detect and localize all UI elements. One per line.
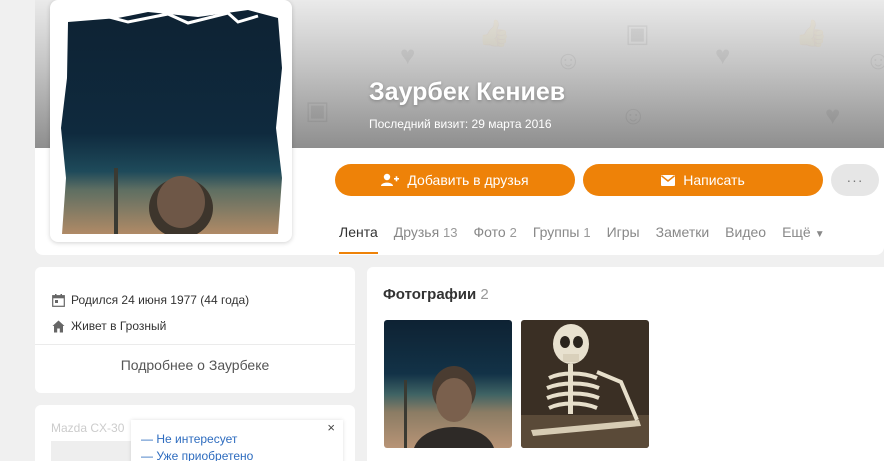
profile-name: Заурбек Кениев [369,78,566,106]
divider [35,344,355,345]
tab-video[interactable]: Видео [725,224,766,240]
tab-notes[interactable]: Заметки [656,224,710,240]
caret-down-icon: ▼ [814,229,825,240]
home-icon [52,320,65,332]
ad-feedback-popup: — Не интересует — Уже приобретено × [131,420,343,461]
tab-label: Заметки [655,224,710,240]
tab-label: Ещё [782,224,811,240]
birth-row: Родился 24 июня 1977 (44 года) [52,293,249,307]
photo-thumbnail-image [384,320,512,448]
photos-heading: Фотографии 2 [383,286,489,303]
photos-card: Фотографии 2 [367,267,884,461]
add-friend-button[interactable]: Добавить в друзья [335,164,575,196]
tab-more[interactable]: Ещё ▼ [782,224,825,240]
photos-count: 2 [480,286,489,303]
heart-icon: ♥ [715,40,731,70]
tab-count: 2 [509,225,517,240]
tab-groups[interactable]: Группы 1 [533,224,591,240]
tab-count: 13 [443,225,458,240]
photo-thumbnail[interactable] [521,320,649,448]
tab-feed[interactable]: Лента [339,224,378,254]
birth-text: Родился 24 июня 1977 (44 года) [71,293,250,307]
envelope-icon [661,174,676,186]
photo-icon: ▣ [305,95,330,125]
thumb-up-icon: 👍 [478,18,511,48]
calendar-icon [52,293,65,307]
close-icon[interactable]: × [327,420,335,435]
avatar[interactable] [50,0,292,242]
photo-thumbnail-image [521,320,649,448]
smile-icon: ☺ [865,45,884,75]
tab-label: Видео [725,224,767,240]
smile-icon: ☺ [620,100,647,130]
add-user-icon [381,173,400,186]
photo-thumbnail[interactable] [384,320,512,448]
write-label: Написать [683,172,745,188]
photo-icon: ▣ [625,18,650,48]
tab-label: Группы [532,224,580,240]
write-message-button[interactable]: Написать [583,164,823,196]
tab-label: Лента [339,224,378,240]
tab-photos[interactable]: Фото 2 [474,224,517,240]
about-more-link[interactable]: Подробнее о Заурбеке [35,357,355,373]
heart-icon: ♥ [400,40,416,70]
heart-icon: ♥ [825,100,841,130]
ad-card: Mazda CX-30 — Не интересует — Уже приобр… [35,405,355,461]
ad-image [51,441,131,461]
ad-title: Mazda CX-30 [51,421,125,435]
tab-label: Друзья [393,224,440,240]
lives-text: Живет в Грозный [71,319,167,333]
photos-title: Фотографии [383,286,477,303]
already-purchased-option[interactable]: — Уже приобретено [141,449,253,461]
info-card: Родился 24 июня 1977 (44 года) Живет в Г… [35,267,355,393]
more-actions-button[interactable]: ··· [831,164,879,196]
lives-row: Живет в Грозный [52,319,166,333]
add-friend-label: Добавить в друзья [407,172,529,188]
not-interested-option[interactable]: — Не интересует [141,432,237,446]
profile-tabs: Лента Друзья 13 Фото 2 Группы 1 Игры Зам… [339,224,841,254]
smile-icon: ☺ [555,45,582,75]
tab-count: 1 [583,225,591,240]
tab-label: Фото [473,224,506,240]
avatar-photo [58,8,284,234]
tab-friends[interactable]: Друзья 13 [394,224,458,240]
tab-games[interactable]: Игры [607,224,640,240]
tab-label: Игры [606,224,640,240]
thumb-up-icon: 👍 [795,18,828,48]
last-visit: Последний визит: 29 марта 2016 [369,117,552,131]
avatar-photo-image [58,8,284,234]
